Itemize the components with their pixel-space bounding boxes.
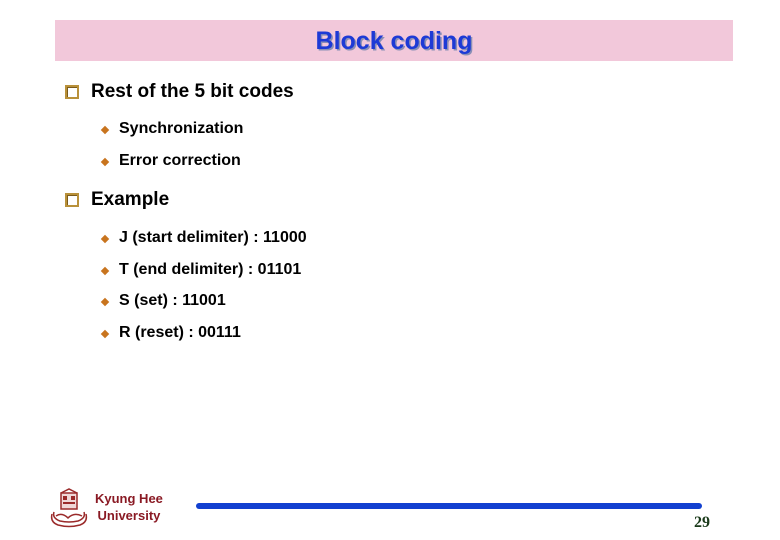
- list-item: S (set) : 11001: [100, 292, 226, 310]
- diamond-bullet-icon: [100, 157, 110, 166]
- list-item: Synchronization: [100, 120, 244, 138]
- section-heading-text: Example: [91, 189, 170, 210]
- page-number: 29: [694, 514, 710, 531]
- square-bullet-icon: [65, 193, 79, 207]
- list-item: J (start delimiter) : 11000: [100, 229, 307, 247]
- list-item-text: Error correction: [119, 152, 241, 169]
- list-item: Error correction: [100, 152, 241, 170]
- section-heading-text: Rest of the 5 bit codes: [91, 81, 294, 102]
- university-name-line2: University: [97, 508, 161, 523]
- diamond-bullet-icon: [100, 266, 110, 275]
- section-heading-rest-of-codes: Rest of the 5 bit codes: [65, 81, 294, 103]
- university-name-line1: Kyung Hee: [95, 491, 163, 506]
- list-item: R (reset) : 00111: [100, 324, 241, 342]
- title-bar: Block coding: [55, 20, 733, 61]
- square-bullet-icon: [65, 85, 79, 99]
- diamond-bullet-icon: [100, 329, 110, 338]
- list-item-text: T (end delimiter) : 01101: [119, 261, 302, 278]
- section-heading-example: Example: [65, 189, 169, 211]
- diamond-bullet-icon: [100, 125, 110, 134]
- list-item: T (end delimiter) : 01101: [100, 261, 302, 279]
- diamond-bullet-icon: [100, 234, 110, 243]
- footer-divider: [196, 503, 702, 509]
- list-item-text: R (reset) : 00111: [119, 324, 241, 341]
- list-item-text: J (start delimiter) : 11000: [119, 229, 307, 246]
- list-item-text: S (set) : 11001: [119, 292, 226, 309]
- university-name: Kyung Hee University: [95, 490, 163, 524]
- university-seal-icon: [50, 488, 88, 528]
- diamond-bullet-icon: [100, 297, 110, 306]
- slide-title: Block coding: [315, 27, 473, 55]
- list-item-text: Synchronization: [119, 120, 244, 137]
